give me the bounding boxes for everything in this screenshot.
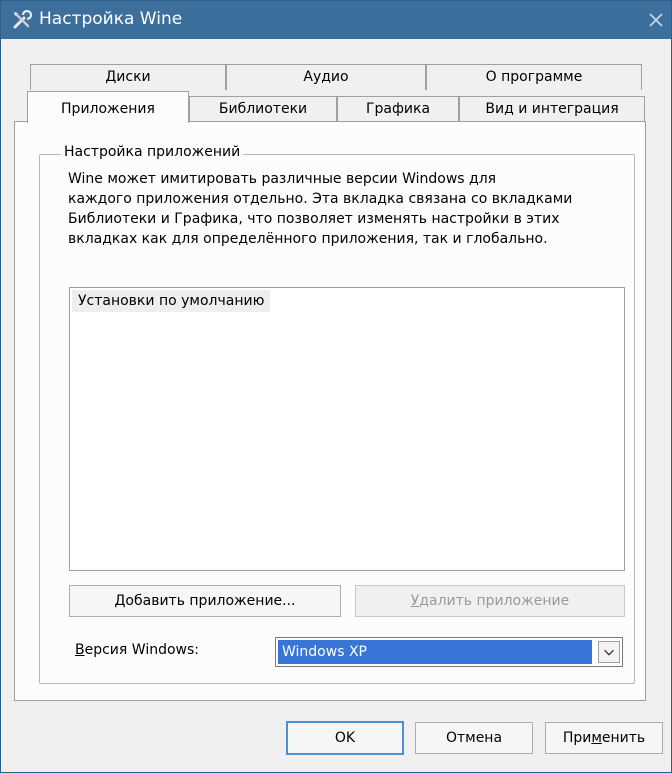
ok-button[interactable]: OK	[286, 721, 404, 755]
selected-value: Windows XP	[278, 640, 592, 664]
tab-label: Аудио	[303, 69, 349, 85]
remove-application-button[interactable]: Удалить приложение	[355, 585, 625, 617]
tab-applications[interactable]: Приложения	[27, 91, 189, 123]
tab-label: О программе	[485, 69, 583, 85]
applications-list[interactable]: Установки по умолчанию	[69, 287, 625, 571]
tools-icon	[13, 9, 33, 29]
tab-label: Графика	[365, 101, 431, 117]
tab-label: Диски	[105, 69, 151, 85]
tab-audio[interactable]: Аудио	[226, 64, 426, 90]
close-icon[interactable]	[643, 7, 669, 33]
description-line: вкладках как для определённого приложени…	[68, 231, 548, 247]
description-line: каждого приложения отдельно. Эта вкладка…	[68, 191, 573, 207]
cancel-button[interactable]: Отмена	[415, 722, 533, 754]
description-line: Библиотеки и Графика, что позволяет изме…	[68, 211, 560, 227]
button-label: далить приложение	[419, 593, 570, 609]
label-rest: енить	[601, 730, 646, 746]
tab-label: Библиотеки	[218, 101, 308, 117]
tab-libraries[interactable]: Библиотеки	[189, 96, 337, 122]
button-label: Отмена	[445, 730, 503, 746]
tab-desktop-integration[interactable]: Вид и интеграция	[459, 96, 645, 122]
accelerator-char: В	[75, 642, 85, 658]
label-prefix: При	[562, 730, 592, 746]
window-title: Настройка Wine	[39, 9, 183, 29]
add-application-button[interactable]: Добавить приложение...	[69, 585, 341, 617]
list-item[interactable]: Установки по умолчанию	[72, 290, 271, 312]
groupbox-title: Настройка приложений	[61, 144, 244, 160]
tab-about[interactable]: О программе	[426, 64, 642, 90]
tab-label: Приложения	[61, 101, 155, 117]
accelerator-char: м	[591, 730, 602, 746]
tab-graphics[interactable]: Графика	[337, 96, 459, 122]
wine-config-window: Настройка Wine Диски Аудио О программе П…	[0, 0, 672, 773]
apply-button[interactable]: Применить	[545, 722, 663, 754]
tab-label: Вид и интеграция	[485, 101, 619, 117]
button-label: Добавить приложение...	[114, 593, 296, 609]
label-text: ерсия Windows:	[84, 642, 199, 658]
windows-version-label: Версия Windows:	[75, 642, 199, 658]
windows-version-select[interactable]: Windows XP	[275, 637, 623, 667]
description-text: Wine может имитировать различные версии …	[68, 169, 628, 249]
title-bar[interactable]: Настройка Wine	[1, 1, 671, 39]
button-label: OK	[334, 730, 356, 746]
tab-drives[interactable]: Диски	[30, 64, 226, 90]
description-line: Wine может имитировать различные версии …	[68, 171, 497, 187]
chevron-down-icon[interactable]	[598, 641, 620, 663]
